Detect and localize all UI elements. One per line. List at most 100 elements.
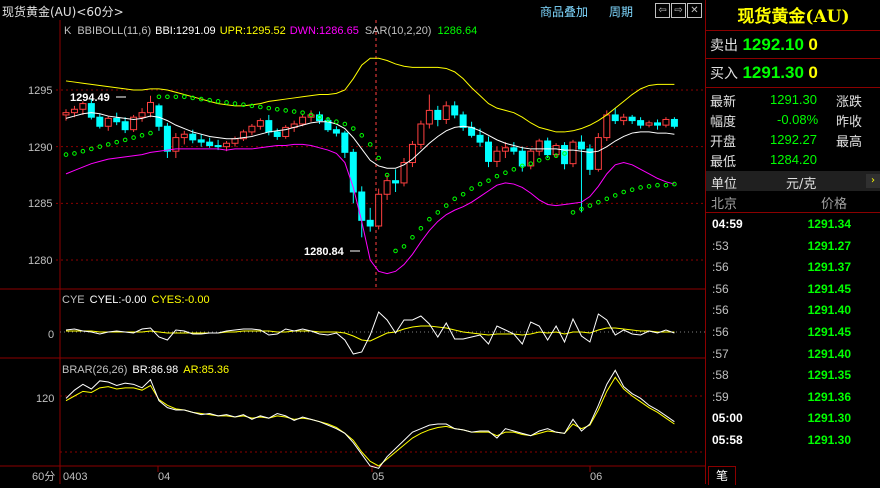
sar-point	[376, 155, 381, 161]
low-annotation: 1280.84	[304, 246, 345, 258]
candle-body	[434, 109, 442, 120]
candle-body	[417, 123, 425, 145]
sar-point	[655, 182, 660, 188]
candle-body	[358, 191, 366, 221]
tick-price: 1291.30	[807, 411, 851, 426]
buy-volume: 0	[808, 63, 818, 82]
sar-point	[232, 101, 238, 106]
candle-body	[544, 140, 552, 156]
tick-time: :56	[712, 260, 729, 275]
legend-bbi: BBI:1291.09	[155, 25, 216, 37]
candle-body	[569, 141, 577, 165]
sar-point	[359, 133, 365, 138]
stat-label: 最新	[710, 95, 737, 110]
candle-body	[637, 120, 645, 126]
x-period-label: 60分	[32, 470, 55, 483]
sell-volume: 0	[808, 35, 818, 54]
sar-point	[418, 225, 424, 231]
candle-body	[138, 112, 146, 118]
legend-sar: SAR(10,2,20)	[365, 25, 432, 37]
sar-point	[156, 94, 162, 100]
sar-point	[460, 191, 466, 197]
candle-body	[451, 105, 459, 116]
buy-row: 买入 1291.30 0	[710, 63, 818, 83]
sar-point	[334, 119, 339, 125]
candle-body	[299, 116, 307, 125]
sar-point	[131, 135, 136, 140]
sar-point	[443, 203, 449, 208]
sar-point	[469, 186, 474, 191]
unit-label: 单位	[711, 177, 738, 192]
candle-body	[87, 103, 95, 118]
sar-point	[503, 170, 508, 176]
candle-body	[79, 103, 87, 110]
tick-time: 04:59	[712, 217, 743, 231]
y-tick-1280: 1280	[28, 255, 52, 267]
x-label-04: 04	[158, 471, 170, 483]
legend-cye: CYE CYEL:-0.00 CYES:-0.00	[62, 294, 210, 306]
arrow-right-icon[interactable]: ⇨	[671, 3, 686, 18]
title-bar: 现货黄金(AU)<60分> 商品叠加 周期 ⇦ ⇨ ✕	[0, 0, 705, 20]
y-tick-1290: 1290	[28, 142, 52, 154]
tick-row: :56 1291.45	[706, 278, 880, 300]
ticks-header-left: 北京	[711, 197, 738, 212]
stat-label: 涨跌	[836, 95, 863, 110]
candle-body	[180, 133, 188, 139]
candle-body	[442, 105, 450, 120]
candle-body	[121, 121, 129, 131]
tick-row: 05:58 1291.30	[706, 429, 880, 451]
sar-point	[165, 94, 170, 100]
tick-price: 1291.45	[807, 325, 851, 339]
legend-cyel: CYEL:-0.00	[90, 294, 147, 306]
candle-body	[425, 109, 433, 125]
candle-body	[493, 150, 501, 162]
stat-row-pct: 幅度 -0.08% 昨收	[710, 111, 862, 131]
legend-brar: BRAR(26,26) BR:86.98 AR:85.36	[62, 364, 229, 376]
candle-body	[155, 105, 163, 127]
tick-price: 1291.35	[807, 368, 851, 383]
chart-area[interactable]: K BBIBOLL(11,6) BBI:1291.09 UPR:1295.52 DWN:…	[0, 20, 705, 484]
candle-body	[248, 125, 256, 133]
tick-price: 1291.45	[807, 281, 851, 296]
sar-point	[477, 181, 483, 187]
candle-body	[197, 139, 205, 143]
expand-icon[interactable]: ›	[866, 174, 880, 188]
candle-body	[501, 147, 509, 152]
divider	[706, 87, 880, 88]
sar-point	[351, 126, 356, 131]
window-title: 现货黄金(AU)<60分>	[2, 5, 124, 19]
sar-point	[570, 210, 576, 215]
sar-point	[427, 216, 432, 222]
y-tick-cye-0: 0	[48, 329, 54, 341]
tick-row: :53 1291.27	[706, 235, 880, 257]
candle-body	[113, 117, 121, 123]
overlay-menu-button[interactable]: 商品叠加	[540, 3, 588, 20]
tick-row: 04:59 1291.34	[706, 213, 880, 235]
candle-body	[96, 116, 104, 127]
sar-point	[410, 235, 415, 240]
candle-body	[366, 219, 374, 227]
cyel-line	[65, 311, 675, 355]
candle-body	[163, 125, 171, 152]
candle-body	[341, 132, 349, 153]
stat-label: 昨收	[836, 115, 863, 130]
unit-row: 单位 元/克 ›	[706, 171, 880, 192]
candle-body	[670, 118, 678, 127]
period-menu-button[interactable]: 周期	[609, 3, 633, 20]
tick-row: :56 1291.40	[706, 299, 880, 321]
stat-label: 开盘	[710, 135, 737, 150]
tick-time: :56	[712, 281, 729, 296]
tick-time: :56	[712, 325, 729, 339]
candle-body	[645, 122, 653, 126]
arrow-left-icon[interactable]: ⇦	[655, 3, 670, 18]
chart-svg[interactable]: K BBIBOLL(11,6) BBI:1291.09 UPR:1295.52 DWN:…	[0, 20, 705, 484]
candle-body	[332, 129, 340, 134]
sar-point	[72, 151, 77, 156]
close-icon[interactable]: ✕	[687, 3, 702, 18]
tick-time: :59	[712, 389, 729, 404]
candle-body	[662, 118, 670, 126]
candle-body	[510, 147, 518, 152]
candle-body	[552, 145, 560, 156]
candle-body	[206, 141, 214, 147]
tab-ticks[interactable]: 笔	[708, 466, 736, 485]
